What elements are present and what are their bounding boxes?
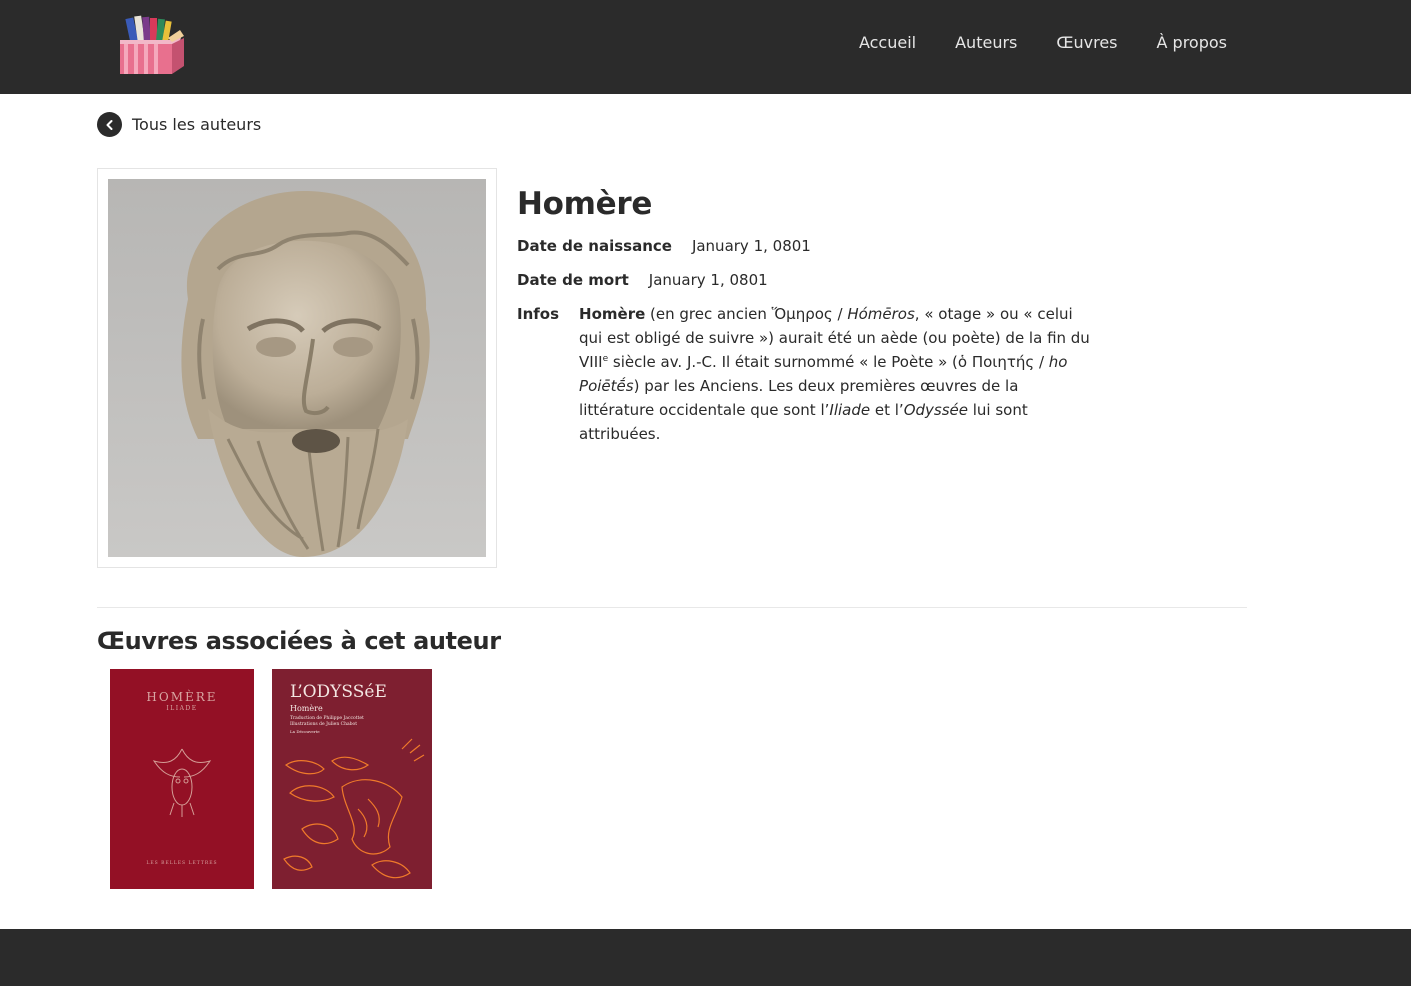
page-footer: [0, 929, 1411, 986]
death-date-value: January 1, 0801: [648, 271, 768, 289]
info-text-part: (en grec ancien Ὅμηρος /: [645, 305, 848, 323]
author-portrait-image: [108, 179, 486, 557]
author-name-heading: Homère: [517, 186, 653, 222]
info-text-part: siècle av. J.-C. Il était surnommé « le …: [608, 353, 1049, 371]
book-odyssey-credit: Illustrations de Julien Chabot: [290, 721, 357, 727]
works-section-heading: Œuvres associées à cet auteur: [97, 627, 501, 655]
birth-date-value: January 1, 0801: [691, 237, 811, 255]
book-odyssey-publisher: La Découverte: [290, 729, 320, 734]
nav-link-a-propos[interactable]: À propos: [1157, 33, 1227, 52]
author-portrait-frame: [97, 168, 497, 568]
info-text-part: et l’: [870, 401, 904, 419]
death-date-row: Date de mort January 1, 0801: [517, 268, 1097, 292]
nav-link-accueil[interactable]: Accueil: [859, 33, 916, 52]
info-row: Infos Homère (en grec ancien Ὅμηρος / Hó…: [517, 302, 1097, 446]
book-odyssey-author: Homère: [290, 704, 323, 713]
book-odyssey-credit: Traduction de Philippe Jaccottet: [290, 715, 364, 721]
section-divider: [97, 607, 1247, 608]
chevron-left-icon[interactable]: [97, 112, 122, 137]
book-iliad-author: HOMÈRE: [146, 689, 217, 704]
book-cover-odyssee[interactable]: L’ODYSSéE Homère Traduction de Philippe …: [272, 669, 432, 889]
book-odyssey-title: L’ODYSSéE: [290, 682, 387, 702]
main-nav: Accueil Auteurs Œuvres À propos: [859, 33, 1227, 52]
book-iliad-publisher: LES BELLES LETTRES: [146, 860, 217, 866]
info-italic-part: Iliade: [829, 401, 871, 419]
nav-link-oeuvres[interactable]: Œuvres: [1056, 33, 1117, 52]
back-link-label[interactable]: Tous les auteurs: [132, 115, 261, 134]
death-date-label: Date de mort: [517, 271, 629, 289]
birth-date-label: Date de naissance: [517, 237, 672, 255]
info-italic-part: Hómēros: [847, 305, 915, 323]
author-details: Homère Date de naissance January 1, 0801…: [517, 186, 1097, 456]
top-navbar: Accueil Auteurs Œuvres À propos: [0, 0, 1411, 94]
info-italic-part: Odyssée: [903, 401, 968, 419]
books-box-logo-icon[interactable]: [112, 14, 186, 76]
birth-date-row: Date de naissance January 1, 0801: [517, 234, 1097, 258]
info-name-bold: Homère: [579, 305, 646, 323]
info-label: Infos: [517, 305, 560, 323]
book-iliad-title: ILIADE: [166, 705, 197, 712]
back-to-authors-link[interactable]: Tous les auteurs: [97, 112, 261, 137]
book-cover-iliade[interactable]: HOMÈRE ILIADE LES BELLES LETTRES: [110, 669, 254, 889]
author-info-text: Homère (en grec ancien Ὅμηρος / Hómēros,…: [579, 302, 1097, 446]
nav-link-auteurs[interactable]: Auteurs: [955, 33, 1017, 52]
